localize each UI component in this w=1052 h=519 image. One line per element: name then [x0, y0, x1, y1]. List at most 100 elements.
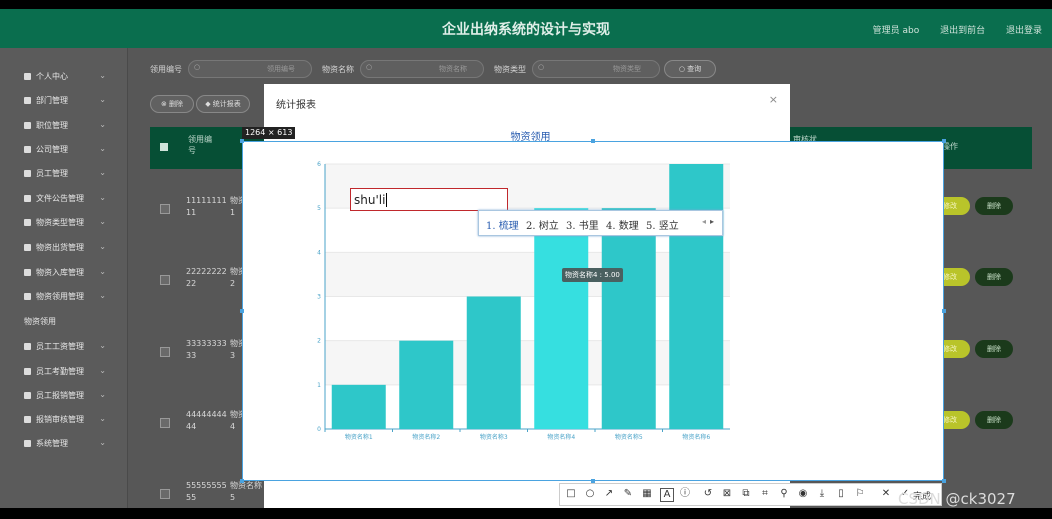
info-icon[interactable]: ⓘ [679, 488, 691, 500]
bar [601, 208, 656, 429]
search-label-type: 物资类型 [494, 65, 526, 74]
next-page-icon[interactable]: ▸ [710, 217, 714, 226]
sidebar-item[interactable]: 公司管理 ⌄ [24, 144, 114, 158]
undo-icon[interactable]: ↺ [702, 488, 714, 500]
sidebar-item[interactable]: 员工管理 ⌄ [24, 168, 114, 182]
translate-icon[interactable]: ⧉ [740, 488, 752, 500]
mosaic-icon[interactable]: ▦ [641, 488, 653, 500]
ime-candidate[interactable]: 2. 树立 [526, 217, 559, 232]
resize-handle[interactable] [240, 309, 244, 313]
resize-handle[interactable] [942, 139, 946, 143]
ime-candidate[interactable]: 5. 竖立 [646, 217, 679, 232]
row-checkbox[interactable] [160, 489, 170, 499]
sidebar-item[interactable]: 文件公告管理 ⌄ [24, 193, 114, 207]
select-all-checkbox[interactable] [160, 143, 168, 151]
resize-handle[interactable] [240, 139, 244, 143]
sidebar-item[interactable]: 部门管理 ⌄ [24, 95, 114, 109]
delete-button[interactable]: ⊗ 删除 [150, 95, 194, 113]
ellipse-icon[interactable]: ○ [584, 488, 596, 500]
people-icon [24, 170, 31, 177]
grid-icon [24, 440, 31, 447]
search-label-name: 物资名称 [322, 65, 354, 74]
y-tick-label: 5 [317, 205, 321, 212]
ime-candidate[interactable]: 4. 数理 [606, 217, 639, 232]
logout-link[interactable]: 退出登录 [1006, 26, 1042, 36]
arrow-icon[interactable]: ↗ [603, 488, 615, 500]
sidebar-item[interactable]: 物资出货管理 ⌄ [24, 242, 114, 256]
search-input-type[interactable]: ○ 物资类型 [532, 60, 660, 78]
top-links: 管理员 abo 退出到前台 退出登录 [855, 23, 1042, 36]
row-delete-button[interactable]: 删除 [975, 197, 1013, 215]
admin-user-link[interactable]: 管理员 abo [873, 26, 920, 36]
sidebar-item-label: 物资类型管理 [36, 218, 84, 227]
x-tick-label: 物资名称3 [480, 433, 508, 441]
sidebar-item[interactable]: 员工考勤管理 ⌄ [24, 366, 114, 380]
row-checkbox[interactable] [160, 275, 170, 285]
sidebar-item[interactable]: 职位管理 ⌄ [24, 120, 114, 134]
ime-composition-text: shu'li [354, 193, 386, 207]
row-checkbox[interactable] [160, 347, 170, 357]
top-header: 企业出纳系统的设计与实现 管理员 abo 退出到前台 退出登录 [0, 9, 1052, 48]
sidebar-item-label: 员工管理 [36, 169, 68, 178]
record-icon[interactable]: ◉ [797, 488, 809, 500]
sidebar-item[interactable]: 物资类型管理 ⌄ [24, 217, 114, 231]
search-icon: ○ [538, 63, 545, 71]
chevron-down-icon: ⌄ [99, 366, 106, 375]
bookmark-icon[interactable]: ⚐ [854, 488, 866, 500]
resize-handle[interactable] [591, 139, 595, 143]
row-delete-button[interactable]: 删除 [975, 411, 1013, 429]
calendar-icon [24, 368, 31, 375]
sidebar-item[interactable]: 物资入库管理 ⌄ [24, 267, 114, 281]
row-checkbox[interactable] [160, 204, 170, 214]
y-tick-label: 0 [317, 426, 321, 433]
sidebar-item-label: 部门管理 [36, 96, 68, 105]
chevron-down-icon: ⌄ [99, 242, 106, 251]
sidebar-item[interactable]: 员工工资管理 ⌄ [24, 341, 114, 355]
pen-icon[interactable]: ✎ [622, 488, 634, 500]
ime-candidate[interactable]: 3. 书里 [566, 217, 599, 232]
chevron-down-icon: ⌄ [99, 95, 106, 104]
row-delete-button[interactable]: 删除 [975, 340, 1013, 358]
col-header-id[interactable]: 领用编号 [188, 134, 218, 156]
x-tick-label: 物资名称4 [547, 433, 575, 441]
search-input-id[interactable]: ○ 领用编号 [188, 60, 312, 78]
sidebar-item-label: 员工考勤管理 [36, 367, 84, 376]
sidebar-item[interactable]: 物资领用管理 ⌄ [24, 291, 114, 305]
query-button-label: 查询 [687, 65, 702, 73]
close-icon[interactable]: × [769, 93, 778, 106]
prev-page-icon[interactable]: ◂ [702, 217, 706, 226]
ocr-icon[interactable]: ⊠ [721, 488, 733, 500]
pin-icon[interactable]: ⚲ [778, 488, 790, 500]
search-input-name[interactable]: ○ 物资名称 [360, 60, 484, 78]
sidebar-item-label: 物资领用 [24, 317, 56, 326]
text-icon[interactable]: A [660, 488, 674, 502]
y-tick-label: 2 [317, 338, 321, 345]
sidebar-item[interactable]: 物资领用 [24, 316, 114, 330]
rectangle-icon[interactable]: □ [565, 488, 577, 500]
trash-icon: ⊗ [160, 100, 170, 108]
y-tick-label: 3 [317, 294, 321, 301]
download-icon[interactable]: ⤓ [816, 488, 828, 500]
chart-icon: ◆ [205, 100, 213, 108]
exit-to-front-link[interactable]: 退出到前台 [940, 26, 985, 36]
sidebar-item[interactable]: 员工报销管理 ⌄ [24, 390, 114, 404]
sidebar-item[interactable]: 系统管理 ⌄ [24, 438, 114, 452]
resize-handle[interactable] [942, 479, 946, 483]
report-button[interactable]: ◆ 统计报表 [196, 95, 250, 113]
sidebar-item[interactable]: 个人中心 ⌄ [24, 71, 114, 85]
query-button[interactable]: ○ 查询 [664, 60, 716, 78]
phone-icon[interactable]: ▯ [835, 488, 847, 500]
ime-candidate[interactable]: 1. 梳理 [486, 217, 519, 232]
row-delete-button[interactable]: 删除 [975, 268, 1013, 286]
ime-composition-input[interactable]: shu'li [350, 188, 508, 211]
sidebar-item-label: 系统管理 [36, 439, 68, 448]
resize-handle[interactable] [240, 479, 244, 483]
resize-handle[interactable] [942, 309, 946, 313]
sidebar-item[interactable]: 报销审核管理 ⌄ [24, 414, 114, 428]
row-checkbox[interactable] [160, 418, 170, 428]
scan-icon[interactable]: ⌗ [759, 488, 771, 500]
search-label-id: 领用编号 [150, 65, 182, 74]
box-icon [24, 269, 31, 276]
ime-candidate-bar: 1. 梳理 2. 树立 3. 书里 4. 数理 5. 竖立 ◂ ▸ [478, 210, 723, 236]
close-icon[interactable]: ✕ [880, 488, 892, 500]
